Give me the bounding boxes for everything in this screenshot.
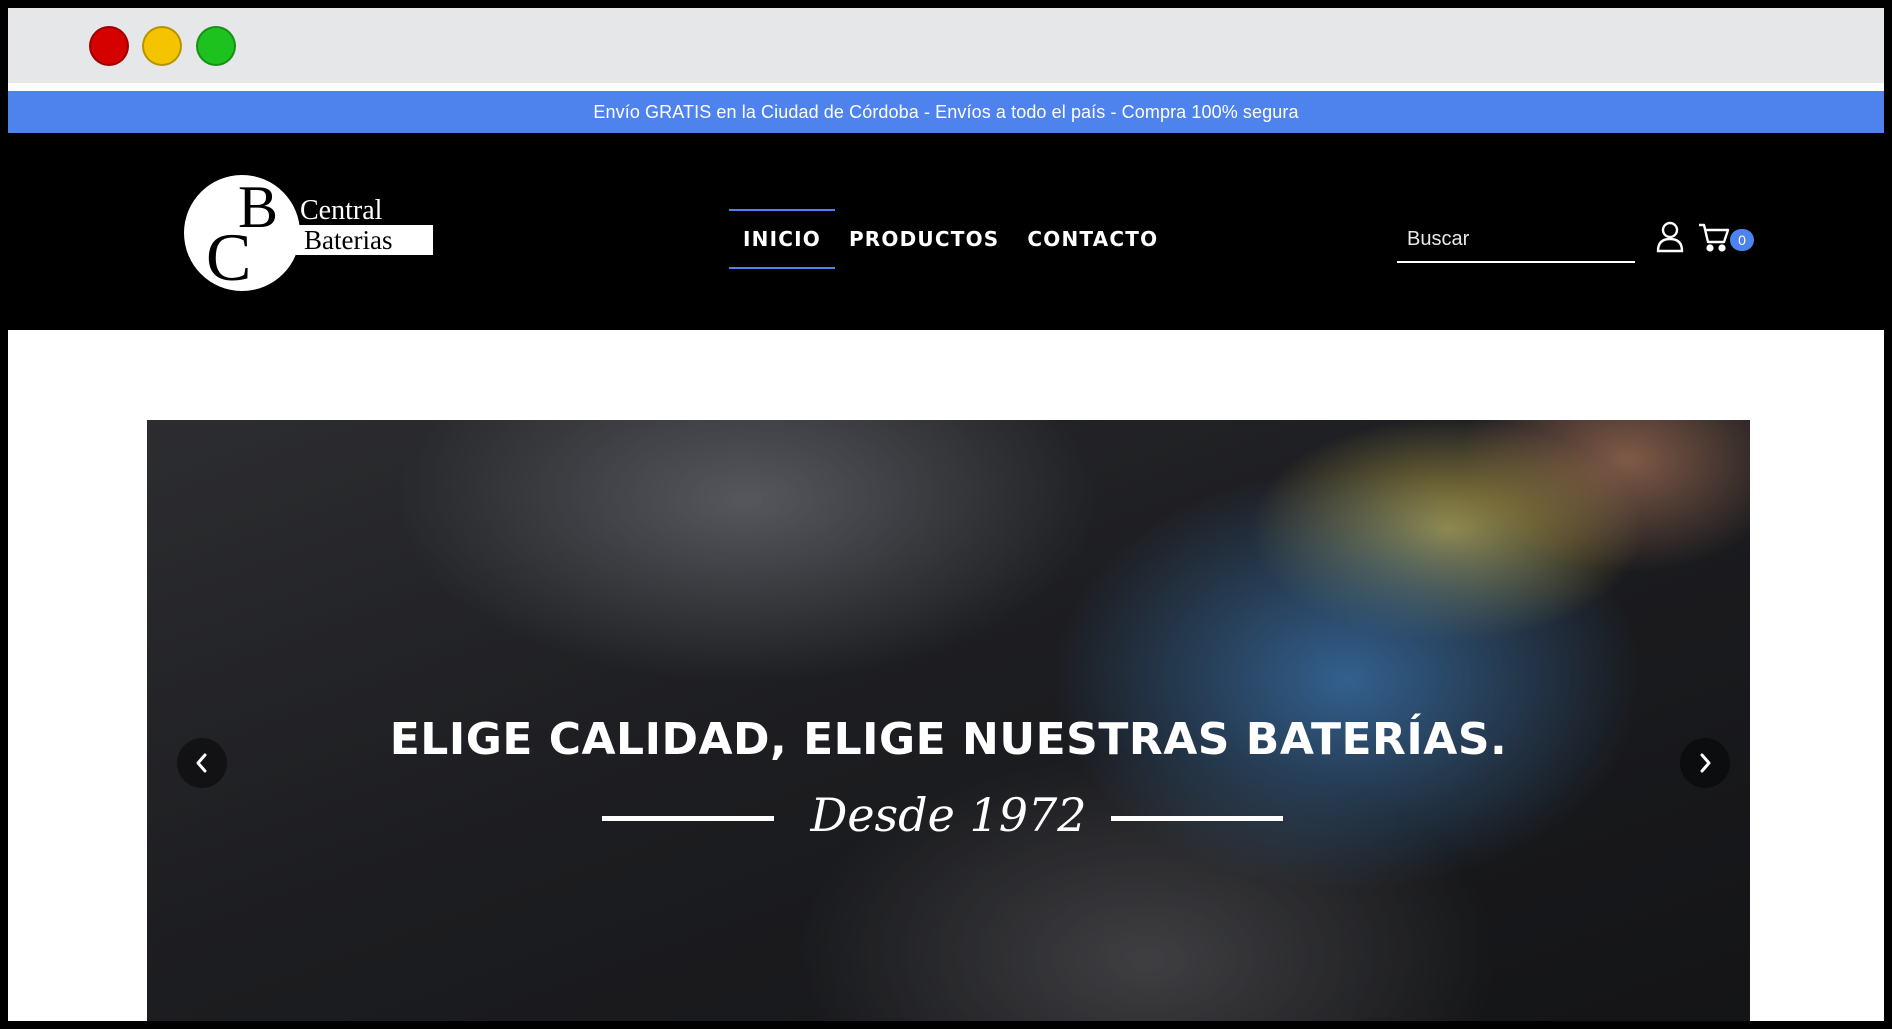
- hero-divider-right: [1111, 816, 1283, 821]
- announcement-bar: Envío GRATIS en la Ciudad de Córdoba - E…: [8, 91, 1884, 133]
- logo-text-baterias: Baterias: [304, 225, 393, 255]
- minimize-window-button[interactable]: [142, 26, 182, 66]
- main-nav: INICIO PRODUCTOS CONTACTO: [729, 208, 1172, 270]
- hero-subtitle: Desde 1972: [810, 788, 1087, 842]
- title-bar: [8, 8, 1884, 83]
- site-header: C B Central Baterias INICIO PRODUCTOS CO…: [8, 133, 1884, 330]
- nav-item-inicio[interactable]: INICIO: [729, 209, 835, 269]
- browser-window: Envío GRATIS en la Ciudad de Córdoba - E…: [8, 8, 1884, 1021]
- nav-item-contacto[interactable]: CONTACTO: [1013, 209, 1172, 269]
- announcement-text: Envío GRATIS en la Ciudad de Córdoba - E…: [593, 101, 1299, 122]
- carousel-next-button[interactable]: [1680, 738, 1730, 788]
- carousel-prev-button[interactable]: [177, 738, 227, 788]
- site-logo[interactable]: C B Central Baterias: [176, 175, 436, 293]
- user-icon[interactable]: [1656, 221, 1684, 253]
- search-input[interactable]: [1397, 217, 1635, 261]
- logo-text-central: Central: [300, 195, 383, 226]
- chevron-left-icon: [196, 753, 207, 773]
- cart-count-badge[interactable]: 0: [1730, 229, 1754, 251]
- maximize-window-button[interactable]: [196, 26, 236, 66]
- hero-title: ELIGE CALIDAD, ELIGE NUESTRAS BATERÍAS.: [389, 714, 1508, 765]
- logo-monogram-b: B: [238, 174, 279, 240]
- hero-carousel: ELIGE CALIDAD, ELIGE NUESTRAS BATERÍAS. …: [147, 420, 1750, 1021]
- search-box: [1397, 217, 1635, 263]
- chevron-right-icon: [1700, 753, 1711, 773]
- cart-icon[interactable]: [1698, 222, 1730, 252]
- close-window-button[interactable]: [89, 26, 129, 66]
- nav-item-productos[interactable]: PRODUCTOS: [835, 209, 1013, 269]
